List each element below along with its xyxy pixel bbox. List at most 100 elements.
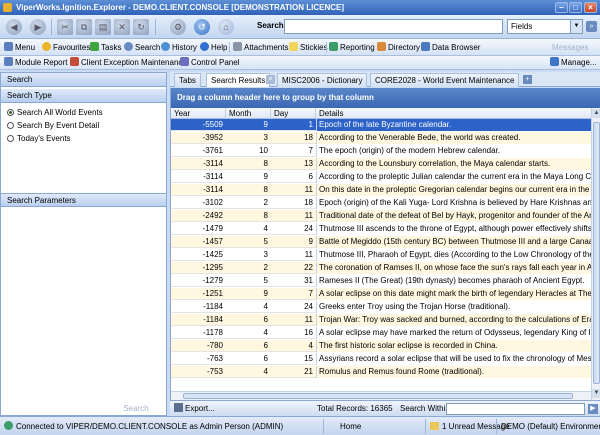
export-button[interactable]: Export... bbox=[174, 403, 215, 414]
hscroll-thumb[interactable] bbox=[183, 393, 573, 399]
search-within-input[interactable] bbox=[446, 403, 585, 415]
favourites-button[interactable]: Favourites bbox=[42, 42, 90, 53]
search-params-title: Search Parameters bbox=[7, 196, 76, 205]
separator bbox=[496, 419, 497, 434]
fields-value: Fields bbox=[511, 22, 533, 31]
table-row[interactable]: -1184 4 24 Greeks enter Troy using the Troj… bbox=[171, 301, 591, 313]
menu-button[interactable]: Menu bbox=[4, 42, 35, 53]
table-row[interactable]: -2492 8 11 Traditional date of the defeat o… bbox=[171, 210, 591, 222]
search-submit-button[interactable]: Search bbox=[113, 403, 159, 414]
new-tab-icon[interactable]: + bbox=[523, 75, 532, 84]
minimize-button[interactable]: – bbox=[555, 2, 568, 13]
table-row[interactable]: -1279 5 31 Rameses II (The Great) (19th dyn… bbox=[171, 275, 591, 287]
table-row[interactable]: -1457 5 9 Battle of Megiddo (15th century B… bbox=[171, 236, 591, 248]
scroll-down-icon[interactable]: ▼ bbox=[592, 389, 600, 398]
search-go-icon[interactable]: » bbox=[586, 21, 597, 32]
horizontal-scrollbar[interactable] bbox=[171, 391, 591, 400]
home-status[interactable]: Home bbox=[340, 421, 361, 432]
messages-status[interactable]: 1 Unread Message bbox=[430, 421, 510, 432]
column-details[interactable]: Details bbox=[316, 108, 591, 119]
cell-details: Rameses II (The Great) (19th dynasty) be… bbox=[316, 275, 591, 287]
search-within-go-icon[interactable]: ▶ bbox=[588, 404, 598, 414]
radio-label: Today's Events bbox=[17, 134, 71, 143]
table-row[interactable]: -780 6 4 The first historic solar eclipse i… bbox=[171, 340, 591, 352]
table-row[interactable]: -753 4 21 Romulus and Remus found Rome (tra… bbox=[171, 366, 591, 378]
tab-bar: Tabs Search Results × MISC2006 - Diction… bbox=[170, 72, 600, 87]
column-month[interactable]: Month bbox=[226, 108, 271, 119]
table-row[interactable]: -3114 8 13 According to the Lounsbury corre… bbox=[171, 158, 591, 170]
help-button[interactable]: Help bbox=[200, 42, 227, 53]
report-icon bbox=[329, 42, 338, 51]
table-row[interactable]: -1295 2 22 The coronation of Ramses II, on … bbox=[171, 262, 591, 274]
vertical-scrollbar[interactable]: ▲ ▼ bbox=[591, 108, 600, 400]
cell-year: -3114 bbox=[203, 159, 223, 168]
home-icon[interactable]: ⌂ bbox=[218, 19, 234, 35]
table-row[interactable]: -1479 4 24 Thutmose III ascends to the thro… bbox=[171, 223, 591, 235]
back-icon[interactable]: ◀ bbox=[6, 19, 22, 35]
maximize-button[interactable]: □ bbox=[569, 2, 582, 13]
messages-button[interactable]: Messages bbox=[552, 42, 588, 53]
close-tab-icon[interactable]: × bbox=[266, 75, 275, 84]
manage-button[interactable]: Manage... bbox=[550, 57, 597, 68]
group-by-area[interactable]: Drag a column header here to group by th… bbox=[171, 88, 600, 108]
tab-tabs[interactable]: Tabs bbox=[174, 73, 201, 87]
radio-icon[interactable] bbox=[7, 135, 14, 142]
fields-dropdown[interactable]: Fields ▼ bbox=[507, 19, 583, 34]
column-header-row: Year Month Day Details bbox=[171, 108, 591, 119]
column-day[interactable]: Day bbox=[271, 108, 316, 119]
report-icon bbox=[4, 57, 13, 66]
directory-icon bbox=[377, 42, 386, 51]
data-browser-icon bbox=[421, 42, 430, 51]
table-row[interactable]: -1251 9 7 A solar eclipse on this date migh… bbox=[171, 288, 591, 300]
window-title: ViperWorks.Ignition.Explorer - DEMO.CLIE… bbox=[16, 3, 345, 12]
refresh-globe-icon[interactable]: ↺ bbox=[194, 19, 210, 35]
gear-icon[interactable]: ⚙ bbox=[170, 19, 186, 35]
cell-year: -3114 bbox=[203, 172, 223, 181]
copy-icon[interactable]: ⧉ bbox=[76, 19, 92, 35]
table-row[interactable]: -1178 4 16 A solar eclipse may have marked … bbox=[171, 327, 591, 339]
paste-icon[interactable]: ▤ bbox=[95, 19, 111, 35]
data-browser-button[interactable]: Data Browser bbox=[421, 42, 480, 53]
radio-search-all[interactable]: Search All World Events bbox=[7, 107, 103, 118]
table-row[interactable]: -1184 6 11 Trojan War: Troy was sacked and … bbox=[171, 314, 591, 326]
tab-core2028-world-event[interactable]: CORE2028 - World Event Maintenance bbox=[370, 73, 520, 87]
radio-icon[interactable] bbox=[7, 122, 14, 129]
table-row[interactable]: -3114 9 6 According to the proleptic Julian… bbox=[171, 171, 591, 183]
directory-button[interactable]: Directory bbox=[377, 42, 420, 53]
stickies-button[interactable]: Stickies bbox=[289, 42, 328, 53]
close-button[interactable]: × bbox=[584, 2, 597, 13]
column-year[interactable]: Year bbox=[171, 108, 226, 119]
radio-label: Search By Event Detail bbox=[17, 121, 100, 130]
search-button[interactable]: Search bbox=[124, 42, 160, 53]
attachments-button[interactable]: Attachments bbox=[233, 42, 288, 53]
delete-icon[interactable]: ✕ bbox=[114, 19, 130, 35]
search-input[interactable] bbox=[284, 19, 503, 34]
table-row[interactable]: -3114 8 11 On this date in the proleptic Gr… bbox=[171, 184, 591, 196]
control-panel-button[interactable]: Control Panel bbox=[180, 57, 239, 68]
table-row[interactable]: -763 6 15 Assyrians record a solar eclipse … bbox=[171, 353, 591, 365]
scroll-thumb[interactable] bbox=[593, 122, 600, 384]
table-row[interactable]: -1425 3 11 Thutmose III, Pharaoh of Egypt, … bbox=[171, 249, 591, 261]
cut-icon[interactable]: ✂ bbox=[57, 19, 73, 35]
table-row[interactable]: -3102 2 18 Epoch (origin) of the Kali Yuga-… bbox=[171, 197, 591, 209]
radio-search-by-detail[interactable]: Search By Event Detail bbox=[7, 120, 99, 131]
cell-month: 9 bbox=[263, 172, 268, 181]
tab-misc2006-dictionary[interactable]: MISC2006 - Dictionary bbox=[277, 73, 368, 87]
table-row[interactable]: -3761 10 7 The epoch (origin) of the modern… bbox=[171, 145, 591, 157]
envelope-icon bbox=[430, 422, 439, 430]
tab-search-results[interactable]: Search Results bbox=[206, 73, 271, 87]
scroll-up-icon[interactable]: ▲ bbox=[592, 109, 600, 118]
client-exception-button[interactable]: Client Exception Maintenance bbox=[70, 57, 187, 68]
tasks-button[interactable]: Tasks bbox=[90, 42, 121, 53]
radio-icon[interactable] bbox=[7, 109, 14, 116]
module-report-button[interactable]: Module Report bbox=[4, 57, 67, 68]
forward-icon[interactable]: ▶ bbox=[30, 19, 46, 35]
radio-todays-events[interactable]: Today's Events bbox=[7, 133, 71, 144]
reporting-button[interactable]: Reporting bbox=[329, 42, 375, 53]
export-label: Export... bbox=[185, 404, 215, 413]
refresh-icon[interactable]: ↻ bbox=[133, 19, 149, 35]
table-row[interactable]: -3952 3 18 According to the Venerable Bede,… bbox=[171, 132, 591, 144]
table-row[interactable]: -5509 9 1 Epoch of the late Byzantine calen… bbox=[171, 119, 591, 131]
chevron-down-icon[interactable]: ▼ bbox=[570, 20, 582, 33]
history-button[interactable]: History bbox=[161, 42, 197, 53]
